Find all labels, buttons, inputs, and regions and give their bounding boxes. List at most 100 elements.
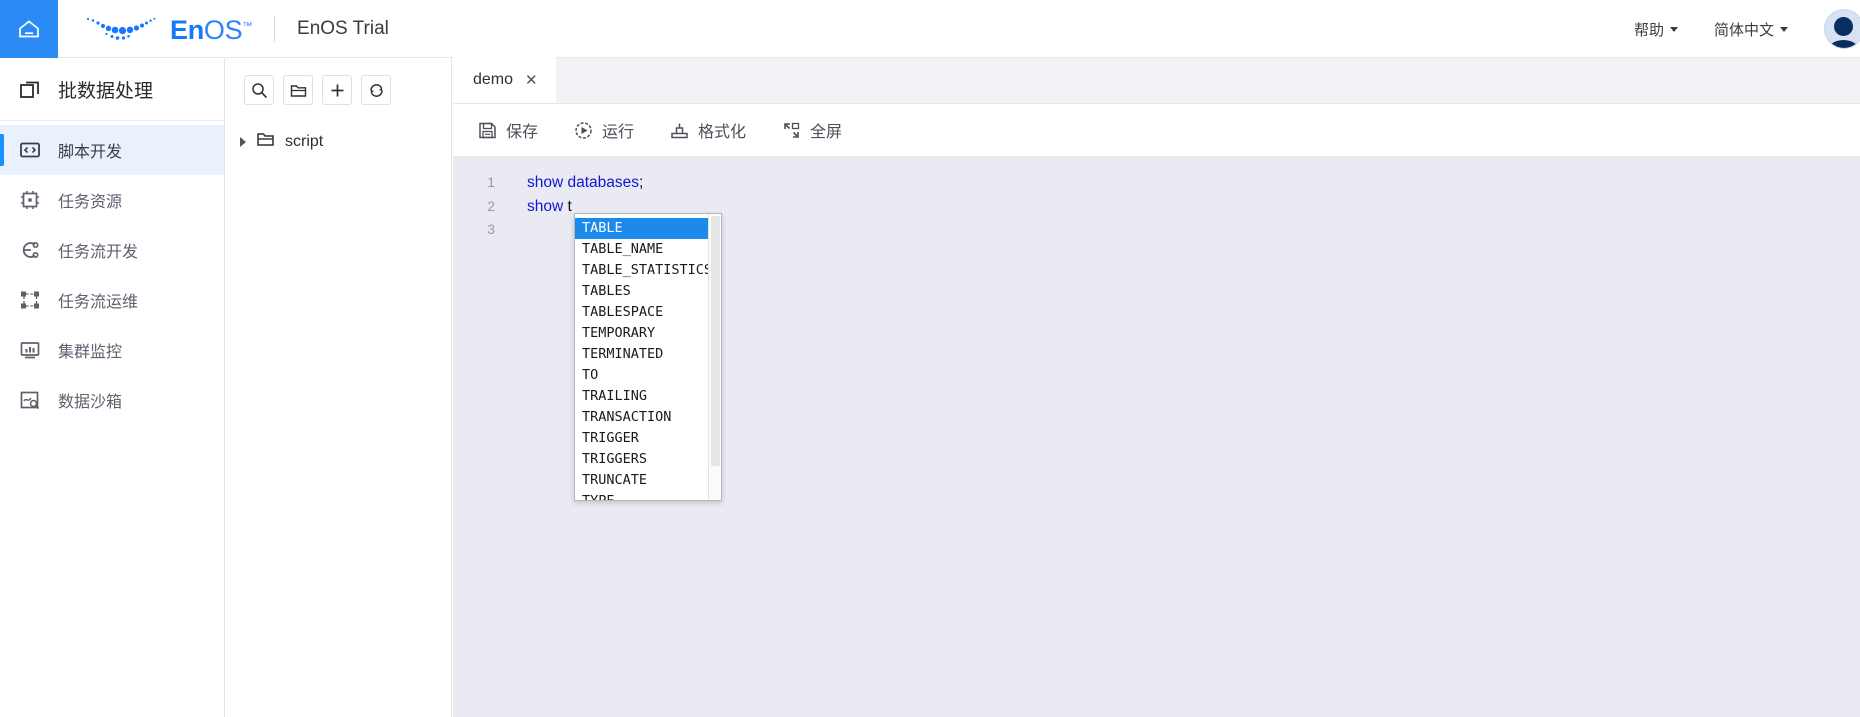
sidebar: 批数据处理 脚本开发 任务资源 任务流开发 任务流运维 集群监控 数据沙箱	[0, 58, 225, 717]
language-menu[interactable]: 简体中文	[1714, 19, 1788, 40]
autocomplete-item[interactable]: TRUNCATE	[575, 470, 708, 491]
format-button[interactable]: 格式化	[670, 118, 746, 142]
home-button[interactable]	[0, 0, 58, 58]
autocomplete-list: TABLE TABLE_NAME TABLE_STATISTICS TABLES…	[575, 214, 712, 500]
app-root: EnOS™ EnOS Trial 帮助 简体中文 批数据处理 脚本开发 任务资源…	[0, 0, 1860, 717]
format-label: 格式化	[698, 124, 747, 141]
code-token: show databases	[527, 174, 640, 191]
sidebar-item-script-dev[interactable]: 脚本开发	[0, 125, 224, 175]
add-button[interactable]	[322, 75, 352, 105]
tree-node-script[interactable]: script	[226, 127, 451, 157]
autocomplete-item[interactable]: TYPE	[575, 491, 708, 500]
sidebar-item-label: 脚本开发	[58, 144, 123, 161]
avatar[interactable]	[1824, 9, 1860, 49]
autocomplete-item[interactable]: TABLE_STATISTICS	[575, 260, 712, 281]
code-editor[interactable]: 1 show databases; 2 show t 3 TABLE TABLE…	[453, 157, 1860, 717]
help-menu[interactable]: 帮助	[1634, 19, 1678, 40]
batch-data-icon	[18, 77, 42, 101]
search-icon	[251, 82, 267, 98]
header-spacer	[389, 0, 1634, 57]
sandbox-icon	[18, 388, 42, 412]
fullscreen-button[interactable]: 全屏	[782, 118, 842, 142]
save-label: 保存	[506, 124, 539, 141]
autocomplete-item[interactable]: TABLE_NAME	[575, 239, 708, 260]
sidebar-item-task-resource[interactable]: 任务资源	[0, 175, 224, 225]
autocomplete-item[interactable]: TRIGGER	[575, 428, 708, 449]
autocomplete-item[interactable]: TO	[575, 365, 708, 386]
refresh-button[interactable]	[361, 75, 391, 105]
header-divider	[274, 16, 276, 42]
product-name: EnOS Trial	[297, 18, 389, 39]
format-icon	[671, 123, 688, 138]
logo-os: OS	[203, 14, 243, 45]
flow-icon	[18, 238, 42, 262]
refresh-icon	[369, 83, 383, 97]
logo-tm: ™	[242, 20, 253, 32]
search-button[interactable]	[244, 75, 274, 105]
autocomplete-item[interactable]: TERMINATED	[575, 344, 708, 365]
fullscreen-icon	[784, 122, 800, 138]
autocomplete-scrollbar[interactable]	[708, 214, 721, 500]
autocomplete-item[interactable]: TABLESPACE	[575, 302, 708, 323]
sidebar-item-label: 数据沙箱	[58, 394, 123, 411]
run-icon	[575, 121, 592, 139]
code-token: show	[527, 197, 568, 215]
home-icon	[19, 20, 39, 38]
logo-en: En	[170, 14, 204, 45]
fullscreen-label: 全屏	[810, 124, 843, 141]
sidebar-item-label: 集群监控	[58, 344, 123, 361]
enos-logo-text: EnOS™	[170, 14, 253, 45]
editor-toolbar: 保存 运行 格式化 全屏	[453, 104, 1860, 157]
editor-pane: demo ✕ 保存 运行 格式化 全屏 1 show databases; 2 …	[453, 57, 1860, 717]
code-text: show t	[505, 195, 572, 219]
autocomplete-item[interactable]: TRAILING	[575, 386, 708, 407]
app-header: EnOS™ EnOS Trial 帮助 简体中文	[0, 0, 1860, 58]
enos-swoosh-icon	[86, 17, 156, 40]
tab-demo[interactable]: demo ✕	[453, 57, 556, 103]
run-button[interactable]: 运行	[574, 118, 634, 142]
nodes-icon	[18, 288, 42, 312]
sidebar-title: 批数据处理	[0, 58, 224, 121]
sidebar-item-label: 任务流开发	[58, 244, 139, 261]
autocomplete-item[interactable]: TABLE	[575, 218, 708, 239]
save-button[interactable]: 保存	[478, 118, 538, 142]
line-number: 1	[487, 174, 495, 190]
autocomplete-item[interactable]: TRIGGERS	[575, 449, 708, 470]
sidebar-item-cluster-monitor[interactable]: 集群监控	[0, 325, 224, 375]
chevron-down-icon	[1669, 26, 1678, 32]
help-label: 帮助	[1633, 21, 1664, 39]
header-actions: 帮助 简体中文	[1634, 0, 1860, 58]
chevron-down-icon	[1780, 26, 1788, 32]
code-brackets-icon	[18, 138, 42, 162]
plus-icon	[331, 84, 343, 96]
monitor-icon	[18, 338, 42, 362]
sidebar-item-label: 任务流运维	[58, 294, 139, 311]
line-number: 2	[487, 197, 495, 214]
chevron-right-icon[interactable]	[240, 137, 246, 147]
folder-icon	[256, 130, 275, 154]
new-folder-button[interactable]	[283, 75, 313, 105]
sidebar-title-label: 批数据处理	[58, 80, 154, 102]
line-number: 3	[487, 221, 495, 237]
sidebar-item-workflow-ops[interactable]: 任务流运维	[0, 275, 224, 325]
sidebar-item-workflow-dev[interactable]: 任务流开发	[0, 225, 224, 275]
save-icon	[479, 122, 496, 138]
sidebar-item-data-sandbox[interactable]: 数据沙箱	[0, 375, 224, 425]
code-token: ;	[639, 174, 644, 191]
autocomplete-item[interactable]: TRANSACTION	[575, 407, 708, 428]
brand-block: EnOS™ EnOS Trial	[58, 0, 389, 58]
scrollbar-thumb[interactable]	[711, 216, 720, 466]
autocomplete-popup[interactable]: TABLE TABLE_NAME TABLE_STATISTICS TABLES…	[574, 213, 722, 501]
tab-label: demo	[473, 71, 514, 88]
tree-node-label: script	[285, 133, 324, 150]
language-label: 简体中文	[1713, 21, 1774, 39]
autocomplete-item[interactable]: TABLES	[575, 281, 708, 302]
code-token: t	[567, 197, 572, 215]
autocomplete-item[interactable]: TEMPORARY	[575, 323, 708, 344]
sidebar-item-label: 任务资源	[58, 194, 123, 211]
close-icon[interactable]: ✕	[525, 73, 538, 88]
file-tree: script	[226, 105, 451, 157]
file-panel-toolbar	[226, 58, 451, 105]
file-panel: script	[226, 58, 452, 717]
run-label: 运行	[602, 124, 635, 141]
